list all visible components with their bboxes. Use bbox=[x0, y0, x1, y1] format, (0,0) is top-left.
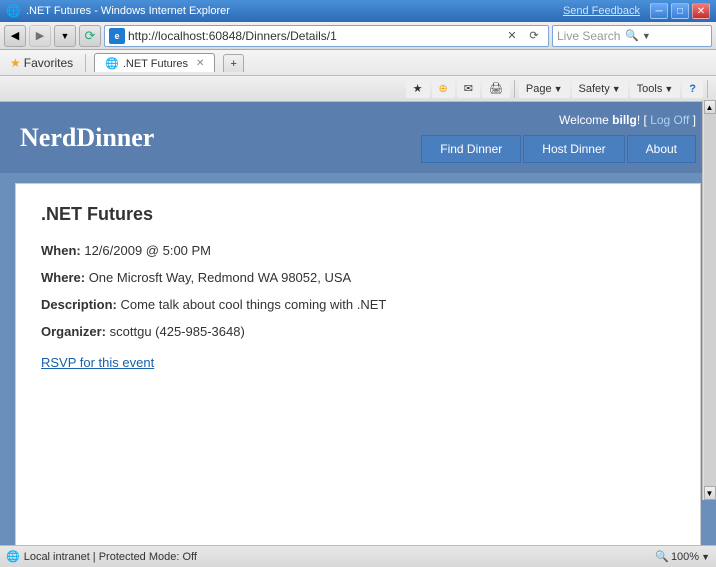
page-menu-button[interactable]: Page ▼ bbox=[519, 80, 570, 98]
maximize-button[interactable]: □ bbox=[671, 3, 689, 19]
mail-icon: ✉ bbox=[464, 82, 473, 95]
organizer-label: Organizer: bbox=[41, 324, 106, 339]
window-title: .NET Futures - Windows Internet Explorer bbox=[26, 5, 230, 17]
separator bbox=[514, 80, 515, 98]
close-button[interactable]: ✕ bbox=[692, 3, 710, 19]
active-tab[interactable]: 🌐 .NET Futures ✕ bbox=[94, 53, 215, 72]
when-label: When: bbox=[41, 243, 81, 258]
tab-close-icon[interactable]: ✕ bbox=[196, 58, 204, 69]
page-menu-arrow: ▼ bbox=[554, 84, 563, 94]
zoom-level: 100% bbox=[671, 551, 699, 563]
recent-pages-button[interactable]: ▼ bbox=[54, 25, 76, 47]
scrollbar[interactable]: ▲ ▼ bbox=[702, 100, 716, 500]
favorites-tool-icon: ★ bbox=[413, 82, 423, 95]
address-input-wrapper: e http://localhost:60848/Dinners/Details… bbox=[104, 25, 549, 47]
dinner-title: .NET Futures bbox=[41, 204, 675, 225]
minimize-button[interactable]: ─ bbox=[650, 3, 668, 19]
help-button[interactable]: ? bbox=[682, 80, 703, 98]
where-value: One Microsft Way, Redmond WA 98052, USA bbox=[89, 270, 352, 285]
stop-button[interactable]: ✕ bbox=[502, 26, 522, 46]
address-bar: ◀ ▶ ▼ ⟳ e http://localhost:60848/Dinners… bbox=[0, 22, 716, 50]
site-title: NerdDinner bbox=[20, 123, 154, 153]
browser-icon: 🌐 bbox=[6, 4, 21, 18]
ie-icon: e bbox=[109, 28, 125, 44]
tools-menu-arrow: ▼ bbox=[664, 84, 673, 94]
zoom-icon: 🔍 bbox=[655, 550, 669, 563]
welcome-text: Welcome billg! [ Log Off ] bbox=[559, 113, 696, 127]
favorites-label: Favorites bbox=[24, 56, 73, 70]
live-search-label[interactable]: Live Search bbox=[557, 29, 622, 43]
zoom-dropdown-icon: ▼ bbox=[701, 552, 710, 562]
search-dropdown-icon[interactable]: ▼ bbox=[642, 31, 707, 41]
page-menu-label: Page bbox=[526, 83, 552, 95]
url-display[interactable]: http://localhost:60848/Dinners/Details/1 bbox=[128, 29, 499, 43]
rss-icon: ⊕ bbox=[439, 82, 448, 95]
zoom-control[interactable]: 🔍 100% ▼ bbox=[655, 550, 710, 563]
organizer-row: Organizer: scottgu (425-985-3648) bbox=[41, 324, 675, 339]
scroll-down-button[interactable]: ▼ bbox=[704, 486, 716, 500]
where-label: Where: bbox=[41, 270, 85, 285]
back-button[interactable]: ◀ bbox=[4, 25, 26, 47]
username: billg bbox=[612, 113, 637, 127]
description-label: Description: bbox=[41, 297, 117, 312]
page-header: NerdDinner Welcome billg! [ Log Off ] Fi… bbox=[0, 102, 716, 173]
logoff-link[interactable]: Log Off bbox=[650, 113, 689, 127]
send-feedback-link[interactable]: Send Feedback bbox=[563, 5, 640, 17]
host-dinner-button[interactable]: Host Dinner bbox=[523, 135, 624, 163]
separator-2 bbox=[707, 80, 708, 98]
print-icon: 🖨 bbox=[489, 82, 503, 95]
description-value: Come talk about cool things coming with … bbox=[120, 297, 386, 312]
tab-icon: 🌐 bbox=[105, 57, 119, 70]
rsvp-link[interactable]: RSVP for this event bbox=[41, 355, 154, 370]
tab-label: .NET Futures bbox=[123, 58, 188, 70]
tools-menu-button[interactable]: Tools ▼ bbox=[630, 80, 681, 98]
status-bar: 🌐 Local intranet | Protected Mode: Off 🔍… bbox=[0, 545, 716, 567]
new-tab-button[interactable]: + bbox=[223, 54, 243, 72]
refresh-button[interactable]: ⟳ bbox=[79, 25, 101, 47]
command-bar: ★ ⊕ ✉ 🖨 Page ▼ Safety ▼ Tools ▼ ? bbox=[0, 76, 716, 102]
where-row: Where: One Microsft Way, Redmond WA 9805… bbox=[41, 270, 675, 285]
live-search-box: Live Search 🔍 ▼ bbox=[552, 25, 712, 47]
when-value: 12/6/2009 @ 5:00 PM bbox=[84, 243, 211, 258]
organizer-value: scottgu (425-985-3648) bbox=[110, 324, 245, 339]
print-button[interactable]: 🖨 bbox=[482, 79, 510, 98]
nav-buttons: Find Dinner Host Dinner About bbox=[421, 135, 696, 163]
forward-button[interactable]: ▶ bbox=[29, 25, 51, 47]
content-card: .NET Futures When: 12/6/2009 @ 5:00 PM W… bbox=[15, 183, 701, 557]
find-dinner-button[interactable]: Find Dinner bbox=[421, 135, 521, 163]
about-button[interactable]: About bbox=[627, 135, 696, 163]
globe-status-icon: 🌐 bbox=[6, 550, 20, 563]
search-submit-button[interactable]: 🔍 bbox=[625, 29, 639, 42]
refresh-addr-button[interactable]: ⟳ bbox=[524, 26, 544, 46]
new-tab-icon: + bbox=[230, 58, 236, 70]
rss-button[interactable]: ⊕ bbox=[432, 79, 455, 98]
help-icon: ? bbox=[689, 83, 696, 95]
favorites-button[interactable]: ★ Favorites bbox=[6, 54, 77, 72]
title-bar: 🌐 .NET Futures - Windows Internet Explor… bbox=[0, 0, 716, 22]
favorites-tool-button[interactable]: ★ bbox=[406, 79, 430, 98]
tools-menu-label: Tools bbox=[637, 83, 663, 95]
description-row: Description: Come talk about cool things… bbox=[41, 297, 675, 312]
favorites-bar: ★ Favorites 🌐 .NET Futures ✕ + bbox=[0, 50, 716, 76]
favorites-star-icon: ★ bbox=[10, 56, 21, 70]
scroll-up-button[interactable]: ▲ bbox=[704, 100, 716, 114]
when-row: When: 12/6/2009 @ 5:00 PM bbox=[41, 243, 675, 258]
mail-button[interactable]: ✉ bbox=[457, 79, 480, 98]
safety-menu-button[interactable]: Safety ▼ bbox=[572, 80, 628, 98]
zone-text: Local intranet | Protected Mode: Off bbox=[24, 551, 197, 563]
safety-menu-arrow: ▼ bbox=[612, 84, 621, 94]
safety-menu-label: Safety bbox=[579, 83, 610, 95]
page-body: NerdDinner Welcome billg! [ Log Off ] Fi… bbox=[0, 102, 716, 567]
